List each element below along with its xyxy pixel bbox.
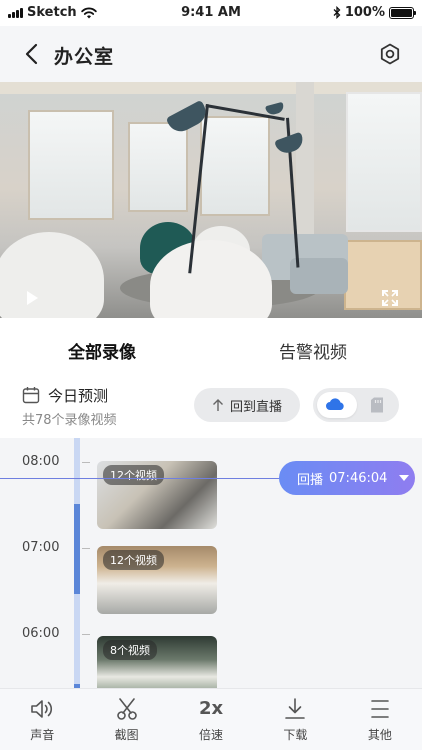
tab-all-recordings[interactable]: 全部录像 — [68, 338, 136, 363]
more-button[interactable]: 其他 — [338, 689, 422, 750]
battery-level — [391, 8, 412, 17]
menu-icon — [371, 700, 389, 718]
speed-label: 倍速 — [199, 728, 224, 742]
hour-label: 07:00 — [22, 540, 60, 555]
hour-label: 06:00 — [22, 626, 60, 641]
back-to-live-label: 回到直播 — [229, 399, 282, 415]
sd-card-icon[interactable] — [370, 397, 384, 413]
battery-percent: 100% — [344, 5, 385, 20]
screenshot-label: 截图 — [114, 728, 139, 742]
hour-tick — [82, 462, 90, 463]
fullscreen-icon[interactable] — [380, 288, 400, 308]
date-title[interactable]: 今日预测 — [48, 385, 108, 406]
back-icon[interactable] — [20, 40, 44, 68]
screenshot-button[interactable]: 截图 — [84, 689, 168, 750]
recording-count: 共78个录像视频 — [22, 413, 117, 428]
speed-icon: 2x — [198, 698, 224, 719]
download-button[interactable]: 下载 — [253, 689, 337, 750]
storage-toggle[interactable] — [313, 388, 399, 422]
playback-cursor-line — [0, 478, 300, 479]
clip-count-badge: 8个视频 — [103, 640, 157, 660]
download-icon — [285, 698, 306, 719]
scissors-icon — [116, 698, 137, 720]
sound-button[interactable]: 声音 — [0, 689, 84, 750]
status-bar: Sketch 9:41 AM 100% — [0, 0, 422, 26]
playback-time-pill[interactable]: 回播 07:46:04 — [279, 461, 415, 495]
cloud-icon[interactable] — [325, 397, 345, 411]
hour-tick — [82, 634, 90, 635]
clip-thumbnail[interactable]: 12个视频 — [97, 546, 217, 614]
hour-tick — [82, 548, 90, 549]
back-to-live-button[interactable]: 回到直播 — [194, 388, 300, 422]
hour-label: 08:00 — [22, 454, 60, 469]
speaker-icon — [31, 700, 53, 718]
info-row: 今日预测 共78个录像视频 回到直播 — [0, 380, 422, 438]
sound-label: 声音 — [30, 728, 55, 742]
speed-button[interactable]: 2x 倍速 — [169, 689, 253, 750]
clip-count-badge: 12个视频 — [103, 550, 164, 570]
nav-bar: 办公室 — [0, 26, 422, 82]
bottom-toolbar: 声音 截图 2x 倍速 下载 其他 — [0, 688, 422, 750]
timeline[interactable]: 08:00 07:00 06:00 12个视频 12个视频 8个视频 回播 07… — [0, 438, 422, 688]
calendar-icon[interactable] — [22, 386, 40, 404]
clip-thumbnail[interactable]: 8个视频 — [97, 636, 217, 688]
caret-down-icon — [399, 475, 410, 481]
bluetooth-icon — [333, 6, 341, 19]
arrow-up-icon — [212, 399, 223, 411]
play-icon[interactable] — [22, 288, 42, 308]
more-label: 其他 — [367, 728, 392, 742]
playback-label: 回播 — [297, 472, 324, 488]
battery-icon — [389, 6, 416, 19]
page-title: 办公室 — [54, 46, 115, 68]
clip-count-badge: 12个视频 — [103, 465, 164, 485]
status-right: 100% — [333, 5, 416, 20]
recorded-segment — [74, 504, 80, 594]
recording-tabs: 全部录像 告警视频 — [0, 318, 422, 380]
clip-thumbnail[interactable]: 12个视频 — [97, 461, 217, 529]
settings-icon[interactable] — [378, 42, 402, 66]
download-label: 下载 — [283, 728, 308, 742]
video-player[interactable] — [0, 82, 422, 318]
tab-alarm-videos[interactable]: 告警视频 — [279, 338, 347, 363]
playback-time: 07:46:04 — [329, 470, 388, 486]
